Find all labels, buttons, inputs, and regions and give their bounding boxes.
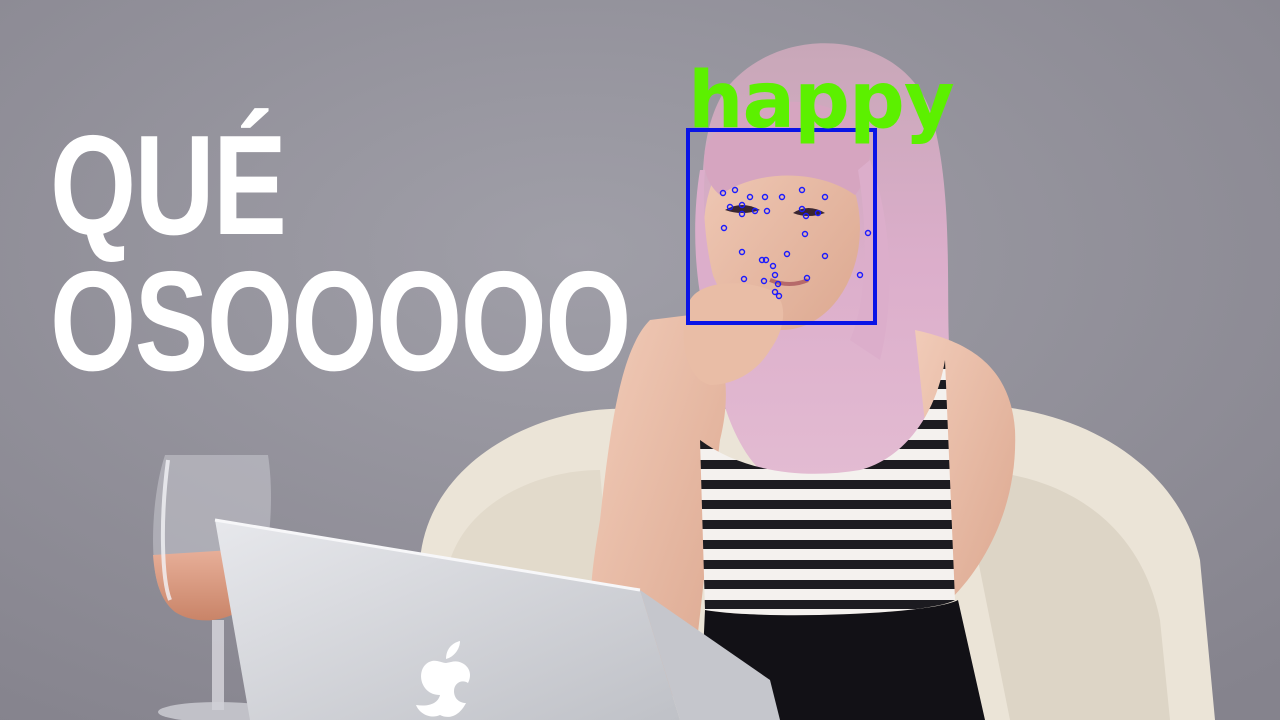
caption-line: QUÉ xyxy=(50,106,287,265)
caption-overlay: QUÉ OSOOOOO xyxy=(50,106,631,401)
emotion-label: happy xyxy=(688,56,955,146)
caption-line: OSOOOOO xyxy=(50,242,631,401)
video-frame: QUÉ OSOOOOO happy xyxy=(0,0,1280,720)
